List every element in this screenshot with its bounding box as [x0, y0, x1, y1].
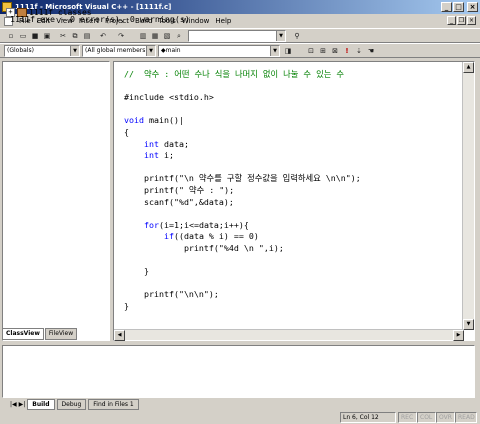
workspace-pane [2, 61, 110, 341]
minimize-button[interactable]: _ [441, 2, 452, 12]
find-combo[interactable]: ▼ [188, 30, 286, 42]
find-in-files-icon[interactable]: ⌕ [174, 31, 184, 41]
code-line[interactable]: #include <stdio.h> [124, 92, 214, 102]
chevron-down-icon[interactable]: ▼ [270, 46, 279, 56]
output-window-icon[interactable]: ▦ [150, 31, 160, 41]
tab-scroll-left-icon[interactable]: |◀ [10, 401, 17, 408]
tab-classview[interactable]: ClassView [2, 328, 44, 340]
source-code[interactable]: // 약수 : 어떤 수나 식을 나머지 없이 나눌 수 있는 수 #inclu… [124, 69, 361, 312]
class-combo[interactable]: (Globals) ▼ [4, 45, 80, 57]
stop-build-icon[interactable]: ⊠ [330, 46, 340, 56]
workspace-tabs: ClassView FileView [2, 328, 110, 340]
chevron-down-icon[interactable]: ▼ [276, 31, 285, 41]
scroll-down-icon[interactable]: ▼ [463, 319, 474, 330]
chevron-down-icon[interactable]: ▼ [70, 46, 79, 56]
tab-scroll-right-icon[interactable]: ▶| [19, 401, 26, 408]
members-combo[interactable]: (All global members ▼ [82, 45, 156, 57]
open-folder-icon[interactable]: ▭ [18, 31, 28, 41]
ovr-indicator: OVR [436, 412, 455, 423]
tab-find-in-files[interactable]: Find in Files 1 [88, 399, 139, 410]
scroll-up-icon[interactable]: ▲ [463, 62, 474, 73]
code-line[interactable]: printf("%4d \n ",i); [124, 243, 284, 253]
cursor-position: Ln 6, Col 12 [340, 412, 396, 423]
horizontal-scrollbar[interactable]: ◀ ▶ [114, 329, 464, 341]
build-output: 1111f.exe - 0 error(s), 0 warning(s) [10, 14, 190, 24]
window-list-icon[interactable]: ▧ [162, 31, 172, 41]
function-combo-value: ◆main [161, 47, 181, 54]
code-line[interactable]: if((data % i) == 0) [124, 231, 259, 241]
col-indicator: COL [417, 412, 436, 423]
code-line[interactable]: void main()| [124, 115, 184, 125]
binoculars-icon[interactable]: ⚲ [292, 31, 302, 41]
tab-debug[interactable]: Debug [56, 399, 87, 410]
breakpoint-hand-icon[interactable]: ☚ [366, 46, 376, 56]
doc-restore-button[interactable]: ❐ [457, 16, 466, 25]
wizard-action-icon[interactable]: ◨ [283, 46, 293, 56]
menu-help[interactable]: Help [212, 17, 234, 25]
cut-icon[interactable]: ✂ [58, 31, 68, 41]
wizard-toolbar: (Globals) ▼ (All global members ▼ ◆main … [0, 43, 480, 58]
undo-icon[interactable]: ↶ [98, 31, 108, 41]
code-line[interactable]: int data; [124, 139, 189, 149]
members-combo-value: (All global members [85, 47, 146, 54]
save-all-icon[interactable]: ▣ [42, 31, 52, 41]
copy-icon[interactable]: ⧉ [70, 31, 80, 41]
class-combo-value: (Globals) [7, 47, 34, 54]
code-line[interactable]: printf("\n\n"); [124, 289, 219, 299]
code-line[interactable]: for(i=1;i<=data;i++){ [124, 220, 249, 230]
code-editor[interactable]: // 약수 : 어떤 수나 식을 나머지 없이 나눌 수 있는 수 #inclu… [113, 61, 475, 341]
close-button[interactable]: × [467, 2, 478, 12]
code-line[interactable]: printf(" 약수 : "); [124, 185, 234, 195]
code-line[interactable]: { [124, 127, 129, 137]
code-line[interactable]: } [124, 266, 149, 276]
code-line[interactable]: printf("\n 약수를 구할 정수값을 입력하세요 \n\n"); [124, 173, 361, 183]
standard-toolbar: ▫ ▭ ■ ▣ ✂ ⧉ ▤ ↶ ↷ ▥ ▦ ▧ ⌕ ▼ ⚲ [0, 28, 480, 43]
vertical-scrollbar[interactable]: ▲ ▼ [462, 62, 474, 330]
code-line[interactable]: // 약수 : 어떤 수나 식을 나머지 없이 나눌 수 있는 수 [124, 69, 344, 79]
rec-indicator: REC [398, 412, 417, 423]
code-line[interactable]: int i; [124, 150, 174, 160]
save-icon[interactable]: ■ [30, 31, 40, 41]
compile-icon[interactable]: ⊡ [306, 46, 316, 56]
status-bar: Ln 6, Col 12 REC COL OVR READ [0, 411, 480, 424]
tab-fileview[interactable]: FileView [44, 328, 78, 340]
doc-close-button[interactable]: × [467, 16, 476, 25]
go-icon[interactable]: ⇣ [354, 46, 364, 56]
output-tabs: |◀ ▶| Build Debug Find in Files 1 [10, 399, 139, 410]
code-line[interactable]: } [124, 301, 129, 311]
new-text-file-icon[interactable]: ▫ [6, 31, 16, 41]
maximize-button[interactable]: □ [453, 2, 464, 12]
build-icon[interactable]: ⊞ [318, 46, 328, 56]
doc-minimize-button[interactable]: _ [447, 16, 456, 25]
workspace-icon[interactable]: ▥ [138, 31, 148, 41]
read-indicator: READ [455, 412, 477, 423]
output-pane [2, 345, 475, 398]
scroll-right-icon[interactable]: ▶ [453, 330, 464, 341]
function-combo[interactable]: ◆main ▼ [158, 45, 280, 57]
redo-icon[interactable]: ↷ [116, 31, 126, 41]
code-line[interactable]: scanf("%d",&data); [124, 197, 234, 207]
scroll-left-icon[interactable]: ◀ [114, 330, 125, 341]
tab-build[interactable]: Build [27, 399, 55, 410]
chevron-down-icon[interactable]: ▼ [146, 46, 155, 56]
paste-icon[interactable]: ▤ [82, 31, 92, 41]
execute-icon[interactable]: ! [342, 46, 352, 56]
